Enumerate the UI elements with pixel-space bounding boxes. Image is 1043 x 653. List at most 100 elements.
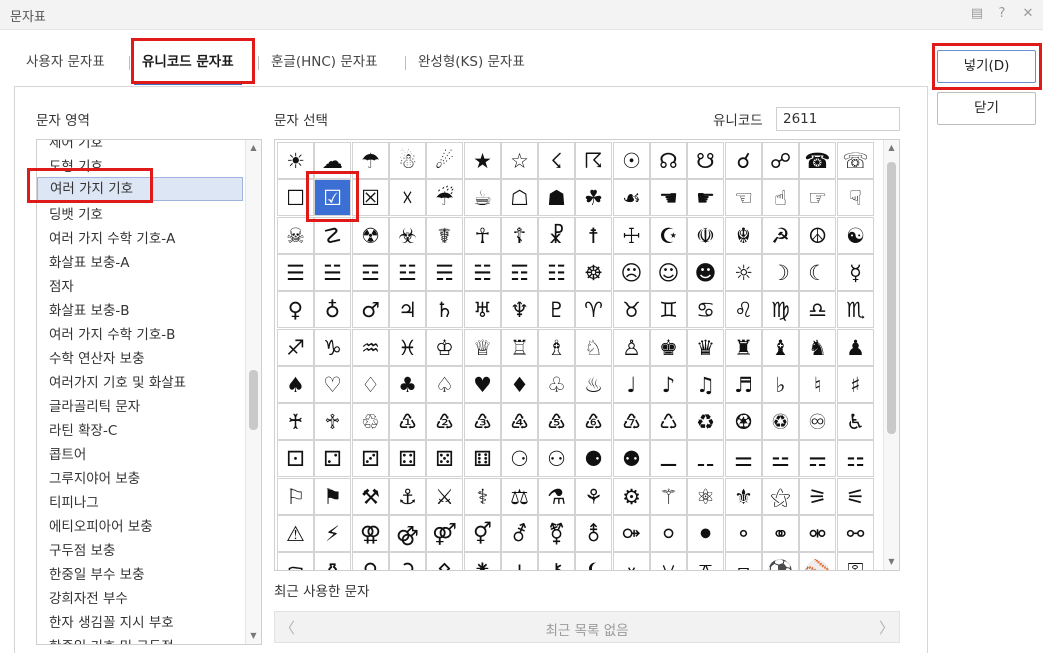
char-cell[interactable]: ⚠ — [277, 515, 314, 552]
char-cell[interactable]: ♶ — [501, 403, 538, 440]
char-cell[interactable]: ⚷ — [538, 552, 575, 570]
char-cell[interactable]: ☾ — [799, 254, 836, 291]
char-cell[interactable]: ⚕ — [464, 478, 501, 515]
region-list-item[interactable]: 제어 기호 — [49, 140, 103, 151]
region-list-item[interactable]: 여러 가지 수학 기호-A — [49, 227, 175, 247]
char-cell[interactable]: ♦ — [501, 366, 538, 403]
char-cell[interactable]: ⚉ — [613, 440, 650, 477]
char-cell[interactable]: ♧ — [538, 366, 575, 403]
region-list-item[interactable]: 화살표 보충-B — [49, 299, 130, 319]
region-list-item[interactable]: 에티오피아어 보충 — [49, 515, 153, 535]
region-list-item[interactable]: 한자 생김꼴 지시 부호 — [49, 611, 174, 631]
char-cell[interactable]: ☮ — [799, 217, 836, 254]
tab-ks-charmap[interactable]: 완성형(KS) 문자표 — [406, 38, 537, 86]
char-cell[interactable]: ⚶ — [501, 552, 538, 570]
char-cell[interactable]: ♑ — [314, 329, 351, 366]
char-cell[interactable]: ♱ — [314, 403, 351, 440]
region-list-item[interactable]: 구두점 보충 — [49, 539, 115, 559]
char-cell[interactable]: ⚔ — [426, 478, 463, 515]
char-cell[interactable]: ♣ — [389, 366, 426, 403]
char-cell[interactable]: ☦ — [501, 217, 538, 254]
char-cell[interactable]: ⚱ — [314, 552, 351, 570]
char-cell[interactable]: ⚍ — [762, 440, 799, 477]
char-cell[interactable]: ♚ — [650, 329, 687, 366]
scroll-up-icon[interactable]: ▲ — [884, 140, 899, 156]
char-cell[interactable]: ♎ — [799, 291, 836, 328]
char-cell[interactable]: ⚘ — [575, 478, 612, 515]
char-cell[interactable]: ♲ — [352, 403, 389, 440]
char-cell[interactable]: ⚪ — [650, 515, 687, 552]
char-cell[interactable]: ♪ — [650, 366, 687, 403]
char-cell[interactable]: ♒ — [352, 329, 389, 366]
char-cell[interactable]: ☱ — [314, 254, 351, 291]
region-list-item[interactable]: 여러가지 기호 및 화살표 — [49, 371, 186, 391]
char-cell[interactable]: ☲ — [352, 254, 389, 291]
char-cell[interactable]: ♁ — [314, 291, 351, 328]
char-cell[interactable]: ★ — [464, 142, 501, 179]
char-cell[interactable]: ♂ — [352, 291, 389, 328]
char-cell[interactable]: ☘ — [575, 179, 612, 216]
char-cell[interactable]: ☰ — [277, 254, 314, 291]
char-cell[interactable]: ⚿ — [837, 552, 874, 570]
char-cell[interactable]: ⚈ — [575, 440, 612, 477]
char-cell[interactable]: ☀ — [277, 142, 314, 179]
char-cell[interactable]: ♭ — [762, 366, 799, 403]
region-list-item[interactable]: 티피나그 — [49, 491, 99, 511]
char-cell[interactable]: ☥ — [464, 217, 501, 254]
char-cell[interactable]: ♍ — [762, 291, 799, 328]
char-cell[interactable]: ☖ — [501, 179, 538, 216]
char-cell[interactable]: ♇ — [538, 291, 575, 328]
region-list-item[interactable]: 딩뱃 기호 — [49, 203, 103, 223]
char-cell[interactable]: ⚹ — [613, 552, 650, 570]
char-cell[interactable]: ♕ — [464, 329, 501, 366]
char-cell[interactable]: ⚬ — [725, 515, 762, 552]
char-cell[interactable]: ⚛ — [687, 478, 724, 515]
char-cell[interactable]: ⚰ — [277, 552, 314, 570]
char-cell[interactable]: ♸ — [575, 403, 612, 440]
char-cell[interactable]: ⚂ — [352, 440, 389, 477]
char-cell[interactable]: ☿ — [837, 254, 874, 291]
char-cell[interactable]: ♻ — [687, 403, 724, 440]
char-cell[interactable]: ⚑ — [314, 478, 351, 515]
char-cell[interactable]: ♫ — [687, 366, 724, 403]
region-list-item[interactable]: 수학 연산자 보충 — [49, 347, 145, 367]
char-cell[interactable]: ☌ — [725, 142, 762, 179]
char-cell[interactable]: ♹ — [613, 403, 650, 440]
chevron-right-icon[interactable]: 〉 — [879, 617, 894, 638]
char-cell[interactable]: ♢ — [352, 366, 389, 403]
char-cell[interactable]: ♡ — [314, 366, 351, 403]
char-cell[interactable]: ☫ — [687, 217, 724, 254]
char-cell[interactable]: ♿ — [837, 403, 874, 440]
char-cell[interactable]: ♜ — [725, 329, 762, 366]
help-icon[interactable]: ? — [994, 6, 1010, 21]
char-cell[interactable]: ⚢ — [352, 515, 389, 552]
char-cell[interactable]: ♳ — [389, 403, 426, 440]
char-cell[interactable]: ⚺ — [650, 552, 687, 570]
char-cell[interactable]: ♴ — [426, 403, 463, 440]
char-cell[interactable]: ♓ — [389, 329, 426, 366]
char-cell[interactable]: ♉ — [613, 291, 650, 328]
char-cell[interactable]: ☡ — [314, 217, 351, 254]
char-cell[interactable]: ⚇ — [538, 440, 575, 477]
tab-unicode-charmap[interactable]: 유니코드 문자표 — [130, 38, 246, 86]
char-cell[interactable]: ⚸ — [575, 552, 612, 570]
char-cell[interactable]: ☼ — [725, 254, 762, 291]
char-cell[interactable]: ♋ — [687, 291, 724, 328]
char-cell[interactable]: ⚲ — [352, 552, 389, 570]
char-cell[interactable]: ☻ — [687, 254, 724, 291]
char-cell[interactable]: ⚯ — [837, 515, 874, 552]
char-cell[interactable]: ☵ — [464, 254, 501, 291]
char-cell[interactable]: ⚗ — [538, 478, 575, 515]
char-cell[interactable]: ⚊ — [650, 440, 687, 477]
char-cell[interactable]: ♗ — [538, 329, 575, 366]
char-cell[interactable]: ☓ — [389, 179, 426, 216]
char-cell[interactable]: ☙ — [613, 179, 650, 216]
char-cell[interactable]: ♆ — [501, 291, 538, 328]
char-cell[interactable]: ☺ — [650, 254, 687, 291]
char-cell[interactable]: ⚦ — [501, 515, 538, 552]
char-cell[interactable]: ⚽ — [762, 552, 799, 570]
region-list-item[interactable]: 한중일 기호 및 구두점 — [49, 635, 174, 644]
char-cell[interactable]: ☃ — [389, 142, 426, 179]
char-cell[interactable]: ♞ — [799, 329, 836, 366]
char-cell[interactable]: ☽ — [762, 254, 799, 291]
